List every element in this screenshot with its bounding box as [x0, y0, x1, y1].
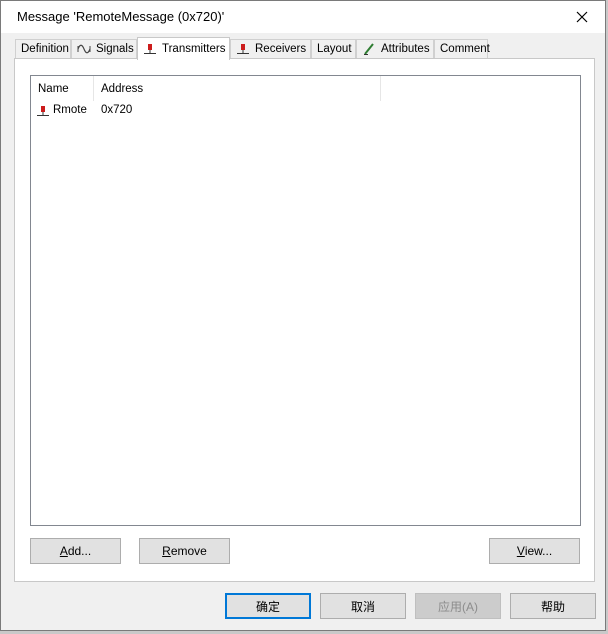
tab-layout-label: Layout	[317, 43, 352, 55]
message-dialog: Message 'RemoteMessage (0x720)' Definiti…	[0, 0, 606, 631]
column-header-address[interactable]: Address	[94, 76, 381, 101]
tab-receivers-label: Receivers	[255, 43, 307, 55]
remove-button-mnemonic: R	[162, 544, 171, 558]
tab-transmitters[interactable]: Transmitters	[137, 37, 230, 60]
help-button[interactable]: 帮助	[510, 593, 596, 619]
close-button[interactable]	[559, 1, 605, 33]
view-button[interactable]: View...	[489, 538, 580, 564]
tab-layout[interactable]: Layout	[311, 39, 356, 58]
node-icon	[37, 105, 49, 116]
add-button-mnemonic: A	[59, 544, 68, 558]
list-item[interactable]: Rmote 0x720	[31, 102, 580, 119]
tab-transmitters-label: Transmitters	[162, 43, 226, 55]
tab-signals-label: Signals	[96, 43, 134, 55]
transmitters-list[interactable]: Name Address Rmote 0x720	[30, 75, 581, 526]
signal-wave-icon	[77, 44, 91, 54]
attribute-pencil-icon	[364, 43, 374, 55]
apply-button[interactable]: 应用(A)	[415, 593, 501, 619]
cancel-button[interactable]: 取消	[320, 593, 406, 619]
tab-definition-label: Definition	[21, 43, 69, 55]
transmitter-node-icon	[144, 44, 156, 54]
receiver-node-icon	[237, 44, 249, 54]
list-header: Name Address	[31, 76, 580, 101]
remove-button-label: emove	[170, 544, 207, 558]
window-title: Message 'RemoteMessage (0x720)'	[17, 9, 225, 24]
tab-comment-label: Comment	[440, 43, 490, 55]
tab-attributes-label: Attributes	[381, 43, 430, 55]
add-button-label: dd...	[67, 544, 92, 558]
add-button[interactable]: Add...	[30, 538, 121, 564]
transmitters-panel: Name Address Rmote 0x720 Add... Remove V…	[14, 58, 595, 582]
column-header-name[interactable]: Name	[31, 76, 94, 101]
view-button-mnemonic: V	[516, 544, 525, 558]
remove-button[interactable]: Remove	[139, 538, 230, 564]
ok-button[interactable]: 确定	[225, 593, 311, 619]
close-icon	[576, 11, 588, 23]
view-button-label: iew...	[524, 544, 553, 558]
tab-signals[interactable]: Signals	[71, 39, 137, 58]
tab-comment[interactable]: Comment	[434, 39, 490, 58]
list-item-address: 0x720	[101, 104, 133, 116]
list-item-name: Rmote	[53, 104, 87, 116]
list-item-name-cell: Rmote	[36, 102, 87, 119]
title-bar: Message 'RemoteMessage (0x720)'	[1, 1, 605, 33]
tab-attributes[interactable]: Attributes	[356, 39, 434, 58]
tab-receivers[interactable]: Receivers	[230, 39, 311, 58]
tab-strip: Definition Signals Transmitters Receiver…	[15, 37, 595, 60]
tab-definition[interactable]: Definition	[15, 39, 71, 58]
